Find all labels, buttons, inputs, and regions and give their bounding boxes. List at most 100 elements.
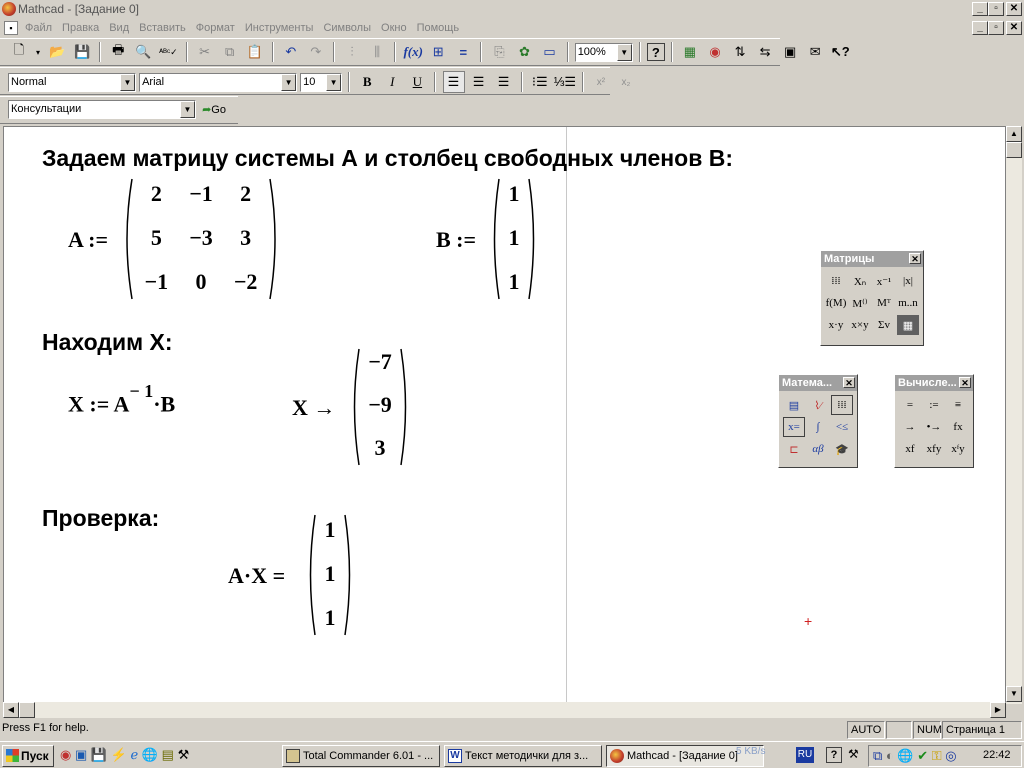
vector-check[interactable]: 1 1 1 bbox=[306, 513, 354, 637]
scroll-right-button[interactable]: ▶ bbox=[990, 702, 1006, 718]
horizontal-scrollbar[interactable]: ◀ ▶ bbox=[3, 702, 1006, 718]
font-size-select[interactable]: 10 ▼ bbox=[300, 72, 343, 92]
horizontal-scroll-thumb[interactable] bbox=[19, 702, 35, 718]
resource-center-icon[interactable]: ▭ bbox=[539, 41, 561, 63]
start-button[interactable]: Пуск bbox=[2, 745, 54, 767]
matrix-inverse-icon[interactable]: x⁻¹ bbox=[873, 271, 895, 291]
matrix-insert-icon[interactable]: ⁞⁞⁞ bbox=[825, 271, 847, 291]
resource-select[interactable]: Консультации ▼ bbox=[8, 100, 196, 119]
tray-disc-icon[interactable]: ◎ bbox=[945, 748, 956, 763]
ie-icon[interactable]: ℯ bbox=[131, 747, 139, 762]
font-select[interactable]: Arial ▼ bbox=[139, 72, 298, 92]
tray-volume-icon[interactable]: ◐ bbox=[886, 748, 894, 763]
clock[interactable]: 22:42 bbox=[983, 749, 1011, 761]
tray-antivirus-icon[interactable]: ✔ bbox=[917, 748, 928, 763]
evaluation-button-8[interactable]: xᶠy bbox=[947, 439, 969, 459]
excel-icon[interactable]: ▦ bbox=[679, 41, 701, 63]
language-indicator[interactable]: RU bbox=[796, 747, 814, 763]
bold-button[interactable]: B bbox=[356, 71, 378, 93]
scroll-down-button[interactable]: ▼ bbox=[1006, 686, 1022, 702]
align-top-icon[interactable]: ⫶ bbox=[341, 41, 363, 63]
context-help-icon[interactable]: ↖? bbox=[829, 41, 851, 63]
align-down-icon[interactable]: ⫼ bbox=[366, 41, 388, 63]
scroll-up-button[interactable]: ▲ bbox=[1006, 126, 1022, 142]
menu-item-5[interactable]: Инструменты bbox=[240, 18, 319, 38]
menu-item-6[interactable]: Символы bbox=[318, 18, 376, 38]
matrix-column-icon[interactable]: M⁽⁾ bbox=[849, 293, 871, 313]
align-right-icon[interactable]: ☰ bbox=[493, 71, 515, 93]
evaluation-toolbar-icon[interactable]: x= bbox=[783, 417, 805, 437]
align-center-icon[interactable]: ☰ bbox=[468, 71, 490, 93]
italic-button[interactable]: I bbox=[381, 71, 403, 93]
range-variable-icon[interactable]: m..n bbox=[897, 293, 919, 313]
maximize-button[interactable]: ▫ bbox=[988, 2, 1004, 16]
bullet-list-icon[interactable]: ⁝☰ bbox=[529, 71, 551, 93]
menu-item-1[interactable]: Правка bbox=[57, 18, 104, 38]
mathcad-app-icon[interactable] bbox=[2, 2, 16, 16]
insert-function-icon[interactable]: f(x) bbox=[402, 41, 424, 63]
evaluation-button-3[interactable]: → bbox=[899, 417, 921, 437]
copy-icon[interactable]: ⧉ bbox=[219, 41, 241, 63]
print-preview-icon[interactable]: 🔍 bbox=[132, 41, 154, 63]
matrix-transpose-icon[interactable]: Mᵀ bbox=[873, 293, 895, 313]
dot-product-icon[interactable]: x·y bbox=[825, 315, 847, 335]
doc-close-button[interactable]: ✕ bbox=[1006, 21, 1022, 35]
math-palette-close-button[interactable]: ✕ bbox=[843, 377, 855, 388]
close-button[interactable]: ✕ bbox=[1006, 2, 1022, 16]
vector-sum-icon[interactable]: Σv bbox=[873, 315, 895, 335]
paste-icon[interactable]: 📋 bbox=[244, 41, 266, 63]
globe-icon[interactable]: 🌐 bbox=[142, 747, 158, 762]
insert-unit-icon[interactable]: ⊞ bbox=[427, 41, 449, 63]
symbolic-toolbar-icon[interactable]: 🎓 bbox=[831, 439, 853, 459]
task-total-commander[interactable]: Total Commander 6.01 - ... bbox=[282, 745, 440, 767]
tray-help-icon[interactable]: ? bbox=[826, 747, 842, 763]
scroll-left-button[interactable]: ◀ bbox=[3, 702, 19, 718]
save-icon[interactable]: 💾 bbox=[71, 41, 93, 63]
math-palette-title[interactable]: Матема... ✕ bbox=[779, 375, 857, 391]
tray-tools-icon[interactable]: ⚒ bbox=[848, 747, 859, 761]
evaluation-button-6[interactable]: xf bbox=[899, 439, 921, 459]
winamp-icon[interactable]: ⚡ bbox=[111, 747, 127, 762]
menu-item-7[interactable]: Окно bbox=[376, 18, 412, 38]
calendar-icon[interactable]: ▤ bbox=[162, 747, 174, 762]
numbered-list-icon[interactable]: ⅓☰ bbox=[554, 71, 577, 93]
evaluation-palette-close-button[interactable]: ✕ bbox=[959, 377, 971, 388]
picture-icon[interactable]: ▦ bbox=[897, 315, 919, 335]
evaluation-button-7[interactable]: xfy bbox=[923, 439, 945, 459]
doc-restore-button[interactable]: ▫ bbox=[988, 21, 1004, 35]
tray-network-icon[interactable]: ⧉ bbox=[873, 748, 882, 763]
vector-b[interactable]: 1 1 1 bbox=[490, 177, 538, 301]
browser-icon[interactable]: ◉ bbox=[704, 41, 726, 63]
matrix-subscript-icon[interactable]: Xₙ bbox=[849, 271, 871, 291]
go-button[interactable]: ➦Go bbox=[199, 103, 226, 116]
evaluation-button-2[interactable]: ≡ bbox=[947, 395, 969, 415]
superscript-icon[interactable]: x² bbox=[590, 71, 612, 93]
evaluation-button-4[interactable]: •→ bbox=[923, 417, 945, 437]
matrices-palette[interactable]: Матрицы ✕ ⁞⁞⁞ Xₙ x⁻¹ |x| f(M) M⁽⁾ Mᵀ m..n… bbox=[820, 250, 924, 346]
vertical-scroll-thumb[interactable] bbox=[1006, 142, 1022, 158]
network-icon[interactable]: ⇅ bbox=[729, 41, 751, 63]
document-icon[interactable]: ▪ bbox=[4, 21, 18, 35]
new-icon[interactable]: 🗋 bbox=[8, 41, 30, 63]
subscript-icon[interactable]: x₂ bbox=[615, 71, 637, 93]
evaluation-button-5[interactable]: fx bbox=[947, 417, 969, 437]
matrix-determinant-icon[interactable]: |x| bbox=[897, 271, 919, 291]
collaborate-icon[interactable]: ⇆ bbox=[754, 41, 776, 63]
vertical-scrollbar[interactable]: ▲ ▼ bbox=[1006, 126, 1022, 704]
menu-item-4[interactable]: Формат bbox=[191, 18, 240, 38]
align-left-icon[interactable]: ☰ bbox=[442, 71, 465, 93]
calculator-toolbar-icon[interactable]: ▤ bbox=[783, 395, 805, 415]
tray-lock-icon[interactable]: ⚿ bbox=[932, 748, 942, 763]
matrix-toolbar-icon[interactable]: ⁞⁞⁞ bbox=[831, 395, 853, 415]
evaluation-button-1[interactable]: := bbox=[923, 395, 945, 415]
app-quicklaunch-icon[interactable]: ▣ bbox=[75, 747, 87, 762]
evaluation-palette[interactable]: Вычисле... ✕ =:= ≡ → •→ fx xf xfy xᶠy bbox=[894, 374, 974, 468]
spellcheck-icon[interactable]: ᴬᴮᶜ✓ bbox=[157, 41, 179, 63]
matrices-palette-title[interactable]: Матрицы ✕ bbox=[821, 251, 923, 267]
redo-icon[interactable]: ↷ bbox=[305, 41, 327, 63]
style-select[interactable]: Normal ▼ bbox=[8, 72, 136, 92]
task-word-document[interactable]: W Текст методички для з... bbox=[444, 745, 602, 767]
vectorize-icon[interactable]: f(M) bbox=[825, 293, 847, 313]
menu-item-3[interactable]: Вставить bbox=[134, 18, 191, 38]
graph-toolbar-icon[interactable]: ⌇⁄ bbox=[807, 395, 829, 415]
